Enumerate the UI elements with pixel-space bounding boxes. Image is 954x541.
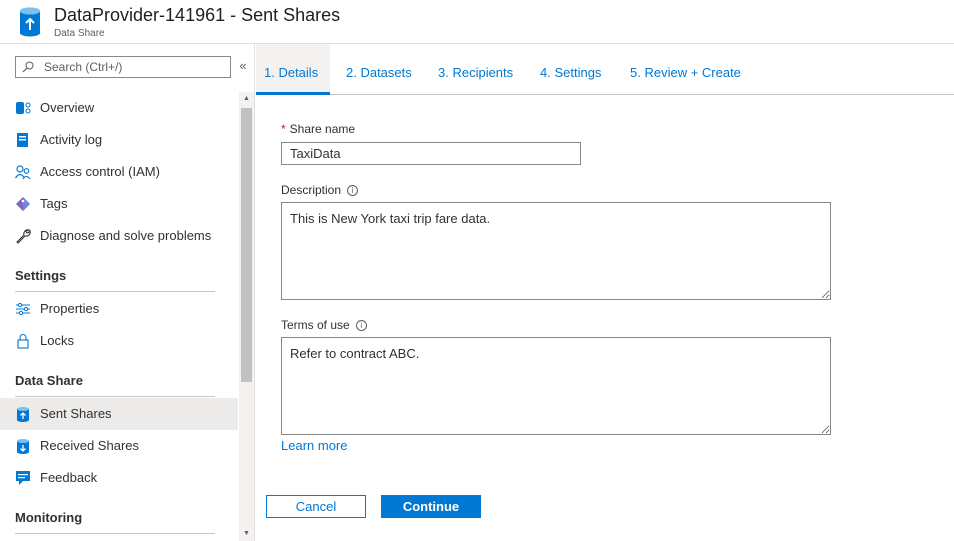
share-name-label-text: Share name — [289, 122, 356, 136]
overview-icon — [16, 102, 31, 114]
sidebar-item-feedback[interactable]: Feedback — [0, 462, 238, 494]
sidebar-item-received-shares[interactable]: Received Shares — [0, 430, 238, 462]
required-marker: * — [281, 122, 286, 136]
sidebar-item-locks[interactable]: Locks — [0, 325, 238, 357]
sidebar-item-overview[interactable]: Overview — [0, 92, 238, 124]
page-header: DataProvider-141961 - Sent Shares Data S… — [0, 0, 954, 44]
feedback-icon — [16, 471, 30, 485]
sidebar-item-label: Diagnose and solve problems — [40, 228, 212, 243]
page-title: DataProvider-141961 - Sent Shares — [54, 5, 341, 25]
tab-details[interactable]: 1. Details — [256, 44, 330, 95]
sidebar-item-label: Activity log — [40, 132, 103, 147]
tab-recipients[interactable]: 3. Recipients — [438, 44, 513, 95]
learn-more-link[interactable]: Learn more — [281, 438, 347, 453]
wizard-tabs: 1. Details 2. Datasets 3. Recipients 4. … — [256, 44, 954, 95]
data-share-logo-icon — [20, 7, 40, 37]
cancel-button[interactable]: Cancel — [266, 495, 366, 518]
description-textarea[interactable]: This is New York taxi trip fare data. — [281, 202, 831, 300]
tab-settings[interactable]: 4. Settings — [540, 44, 601, 95]
section-divider — [15, 291, 215, 292]
sidebar-scrollbar[interactable]: ▲ ▼ — [239, 92, 254, 541]
share-name-label: * Share name — [281, 122, 355, 136]
sidebar-item-label: Access control (IAM) — [40, 164, 160, 179]
info-icon[interactable]: i — [347, 185, 359, 196]
section-divider — [15, 396, 215, 397]
page-subtitle: Data Share — [54, 28, 105, 39]
sidebar-item-properties[interactable]: Properties — [0, 293, 238, 325]
sidebar-item-access-control[interactable]: Access control (IAM) — [0, 156, 238, 188]
lock-icon — [17, 334, 29, 349]
wrench-icon — [16, 229, 31, 244]
sidebar-item-label: Received Shares — [40, 438, 139, 453]
search-input[interactable] — [44, 58, 224, 76]
sidebar-item-label: Tags — [40, 196, 68, 211]
share-name-input[interactable] — [281, 142, 581, 165]
scroll-up-arrow-icon[interactable]: ▲ — [239, 92, 254, 106]
scroll-down-arrow-icon[interactable]: ▼ — [239, 527, 254, 541]
main-content: 1. Details 2. Datasets 3. Recipients 4. … — [256, 44, 954, 541]
sidebar-item-label: Sent Shares — [40, 406, 112, 421]
tab-review-create[interactable]: 5. Review + Create — [630, 44, 741, 95]
sidebar-item-sent-shares[interactable]: Sent Shares — [0, 398, 238, 430]
terms-textarea[interactable]: Refer to contract ABC. — [281, 337, 831, 435]
section-divider — [15, 533, 215, 534]
sidebar-item-label: Locks — [40, 333, 74, 348]
collapse-sidebar-button[interactable]: « — [236, 58, 250, 74]
sidebar: « Overview Activity log — [0, 44, 255, 541]
sidebar-item-label: Feedback — [40, 470, 98, 485]
search-icon — [22, 61, 34, 73]
continue-button[interactable]: Continue — [381, 495, 481, 518]
section-title-settings: Settings — [15, 268, 67, 283]
sidebar-item-tags[interactable]: Tags — [0, 188, 238, 220]
description-label: Description i — [281, 183, 359, 197]
description-label-text: Description — [281, 183, 342, 197]
info-icon[interactable]: i — [355, 320, 367, 331]
tab-datasets[interactable]: 2. Datasets — [346, 44, 412, 95]
sidebar-search[interactable] — [15, 56, 231, 78]
people-icon — [15, 165, 31, 180]
sidebar-item-label: Overview — [40, 100, 95, 115]
sidebar-item-diagnose[interactable]: Diagnose and solve problems — [0, 220, 238, 252]
properties-icon — [16, 302, 30, 316]
section-title-monitoring: Monitoring — [15, 510, 83, 525]
received-shares-icon — [17, 439, 29, 454]
sent-shares-icon — [17, 407, 29, 422]
section-title-data-share: Data Share — [15, 373, 83, 388]
tag-icon — [16, 197, 30, 211]
scroll-thumb[interactable] — [241, 108, 252, 382]
terms-label: Terms of use i — [281, 318, 367, 332]
sidebar-item-label: Properties — [40, 301, 100, 316]
sidebar-item-activity-log[interactable]: Activity log — [0, 124, 238, 156]
terms-label-text: Terms of use — [281, 318, 350, 332]
activity-log-icon — [17, 133, 28, 147]
